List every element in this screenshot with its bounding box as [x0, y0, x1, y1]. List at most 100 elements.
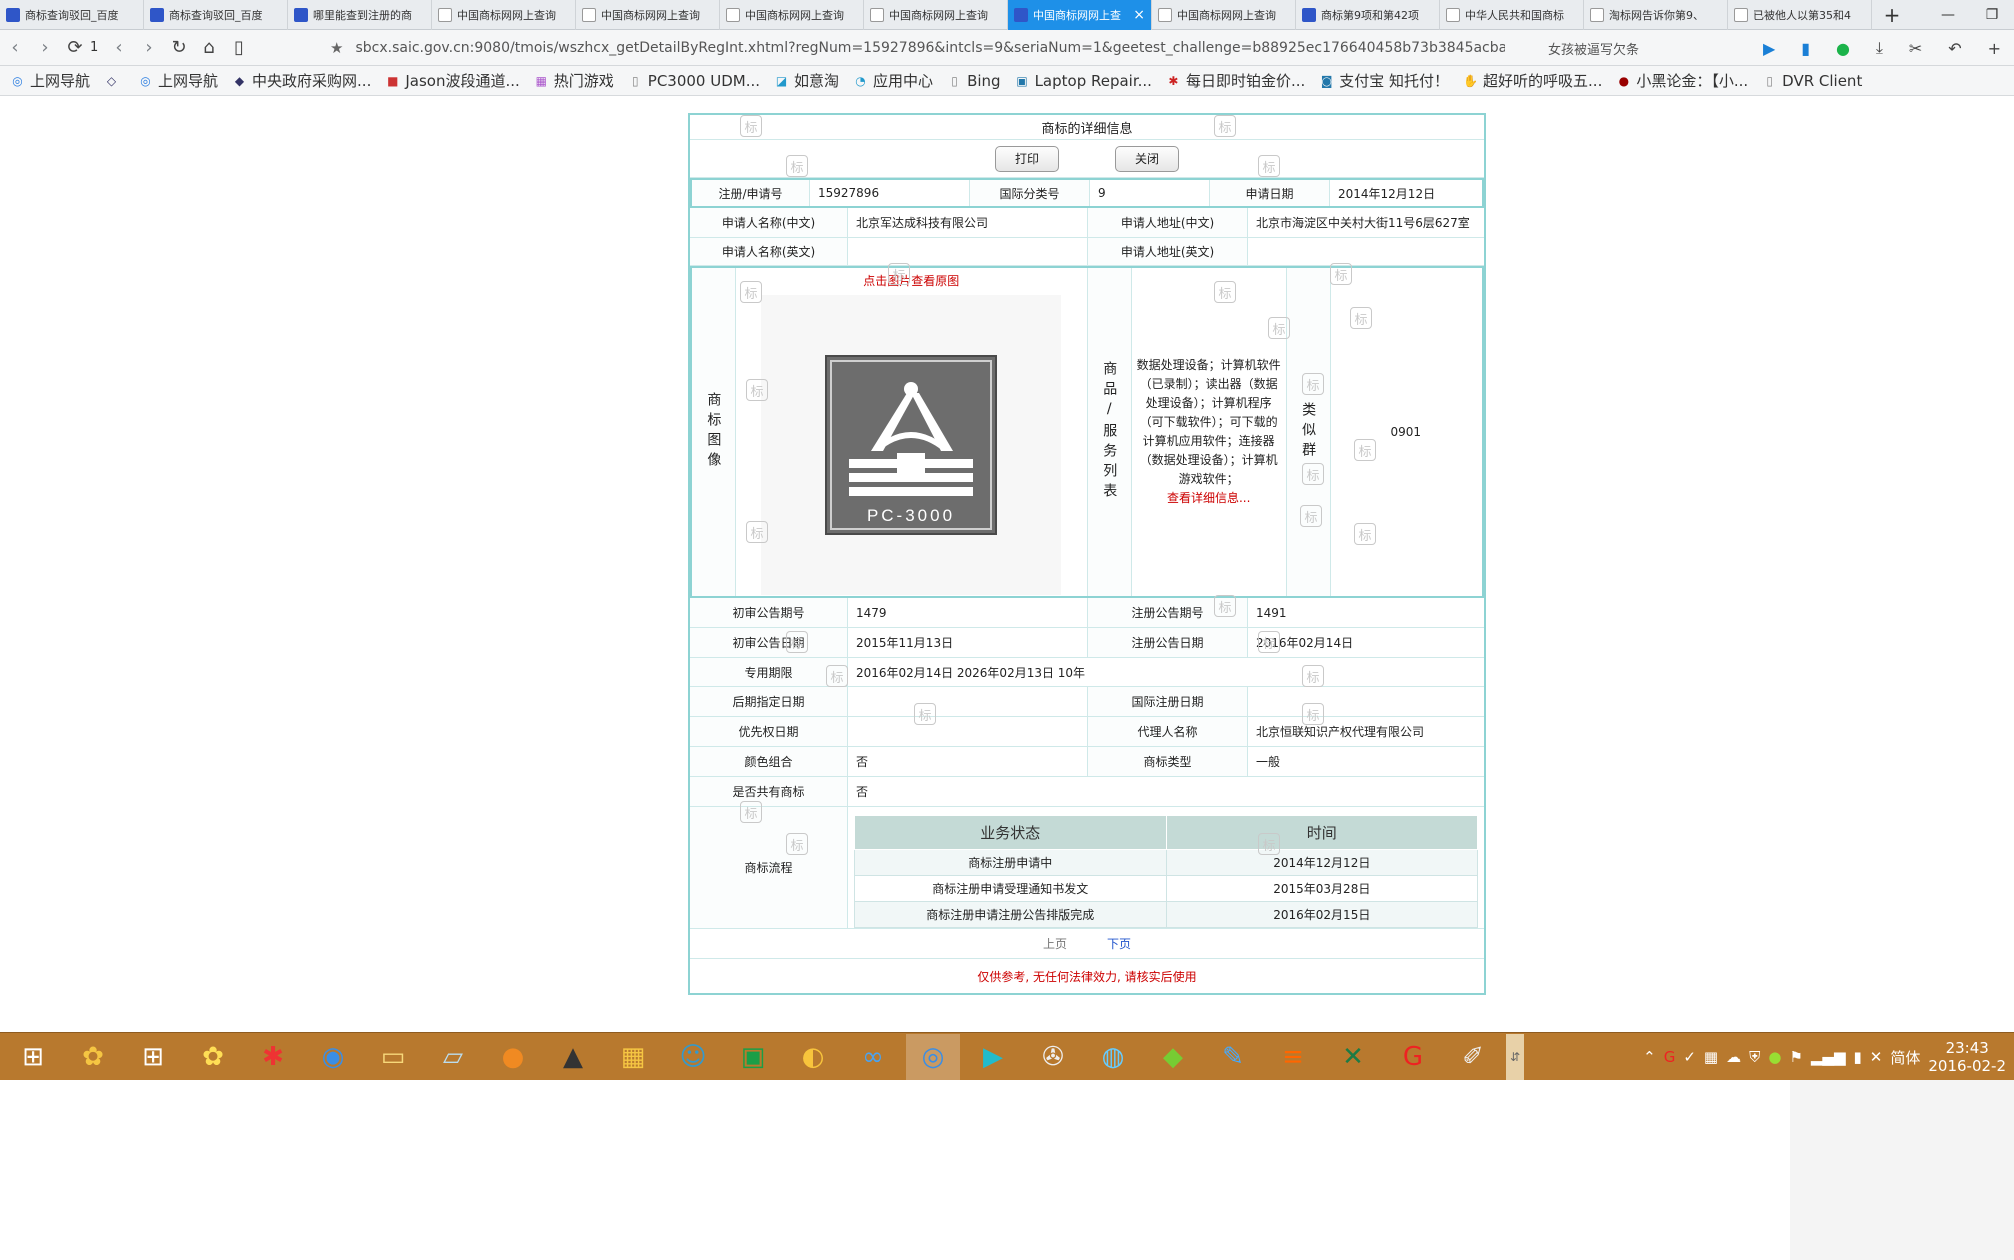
- tray-battery-icon[interactable]: ▮: [1854, 1048, 1862, 1066]
- trademark-image[interactable]: PC-3000: [761, 295, 1062, 595]
- browser-tab[interactable]: 商标查询驳回_百度: [144, 0, 288, 30]
- bookmark-item[interactable]: ◇: [104, 73, 124, 88]
- bookmark-item[interactable]: ▣ Laptop Repair...: [1015, 72, 1152, 90]
- globe-icon[interactable]: ◍: [1086, 1034, 1140, 1080]
- leaf-icon[interactable]: ◆: [1146, 1034, 1200, 1080]
- bookmark-item[interactable]: ▯ PC3000 UDM...: [628, 72, 760, 90]
- app-icon-colorful[interactable]: ✿: [66, 1034, 120, 1080]
- browser-tab[interactable]: 中国商标网网上查询: [864, 0, 1008, 30]
- bookmark-item[interactable]: ◔ 应用中心: [853, 70, 933, 91]
- reload-icon[interactable]: ⟳: [60, 33, 90, 63]
- bookmark-item[interactable]: ✋ 超好听的呼吸五...: [1463, 70, 1602, 91]
- url-field[interactable]: ★ sbcx.saic.gov.cn:9080/tmois/wszhcx_get…: [330, 33, 1510, 63]
- browser-tab[interactable]: 中华人民共和国商标: [1440, 0, 1584, 30]
- ime-indicator[interactable]: 简体: [1890, 1047, 1920, 1068]
- video-player-icon[interactable]: ▶: [966, 1034, 1020, 1080]
- excel-icon[interactable]: ✕: [1326, 1034, 1380, 1080]
- film-icon[interactable]: ✇: [1026, 1034, 1080, 1080]
- browser-tab[interactable]: 商标第9项和第42项: [1296, 0, 1440, 30]
- back-arrow-icon-2[interactable]: ‹: [104, 33, 134, 63]
- windows-icon[interactable]: ⊞: [126, 1034, 180, 1080]
- home-icon[interactable]: ⌂: [194, 33, 224, 63]
- close-tab-icon[interactable]: ×: [1133, 7, 1145, 23]
- chat-icon[interactable]: ●: [1836, 39, 1850, 58]
- bookmark-item[interactable]: ▯ Bing: [947, 72, 1000, 90]
- restore-button[interactable]: ❐: [1970, 0, 2014, 29]
- view-original-link[interactable]: 点击图片查看原图: [863, 272, 959, 289]
- tray-grid-icon[interactable]: ▦: [1704, 1048, 1718, 1066]
- forward-arrow-icon[interactable]: ›: [30, 33, 60, 63]
- network-app-icon[interactable]: ✱: [246, 1034, 300, 1080]
- pc3000-logo[interactable]: PC-3000: [825, 355, 998, 535]
- play-icon[interactable]: ▶: [1763, 39, 1775, 58]
- goods-more-link[interactable]: 查看详细信息...: [1167, 489, 1250, 508]
- close-button[interactable]: 关闭: [1115, 145, 1179, 172]
- browser-tab[interactable]: 中国商标网网上查 ×: [1008, 0, 1152, 30]
- paint-icon[interactable]: ✐: [1446, 1034, 1500, 1080]
- prev-page-link[interactable]: 上页: [1043, 935, 1067, 952]
- bookmark-item[interactable]: ▯ DVR Client: [1762, 72, 1862, 90]
- browser-ball-icon[interactable]: ●: [486, 1034, 540, 1080]
- browser-tab[interactable]: 中国商标网网上查询: [1152, 0, 1296, 30]
- browser-tab[interactable]: 淘标网告诉你第9、: [1584, 0, 1728, 30]
- scissors-icon[interactable]: ✂: [1909, 39, 1922, 58]
- url-text[interactable]: sbcx.saic.gov.cn:9080/tmois/wszhcx_getDe…: [355, 40, 1505, 56]
- browser-tab[interactable]: 中国商标网网上查询: [432, 0, 576, 30]
- moon-icon[interactable]: ◐: [786, 1034, 840, 1080]
- tray-volume-muted-icon[interactable]: ✕: [1870, 1048, 1883, 1066]
- minimize-button[interactable]: —: [1926, 0, 1970, 29]
- tray-g-icon[interactable]: G: [1664, 1048, 1676, 1066]
- tray-up-arrow-icon[interactable]: ⌃: [1643, 1048, 1656, 1066]
- tray-flag-icon[interactable]: ⚑: [1789, 1048, 1802, 1066]
- tray-check-icon[interactable]: ✓: [1683, 1048, 1696, 1066]
- browser-tab[interactable]: 已被他人以第35和4: [1728, 0, 1872, 30]
- feather-icon[interactable]: ✎: [1206, 1034, 1260, 1080]
- bookmark-item[interactable]: ■ Jason波段通道...: [385, 70, 520, 91]
- taskbar-scroll[interactable]: ⇵: [1506, 1033, 1524, 1080]
- mahjong-icon[interactable]: ▦: [606, 1034, 660, 1080]
- reader-icon[interactable]: ▯: [224, 33, 254, 63]
- download-icon[interactable]: ⤓: [1876, 38, 1883, 58]
- bookmark-item[interactable]: ▦ 热门游戏: [534, 70, 614, 91]
- qq-icon[interactable]: ◉: [306, 1034, 360, 1080]
- undo-icon[interactable]: ↶: [1948, 39, 1961, 58]
- browser-tab[interactable]: 哪里能查到注册的商: [288, 0, 432, 30]
- bookmark-item[interactable]: ◪ 如意淘: [774, 70, 839, 91]
- g-app-icon[interactable]: G: [1386, 1034, 1440, 1080]
- bookmark-item[interactable]: ◆ 中央政府采购网...: [232, 70, 371, 91]
- bookmark-item[interactable]: ✱ 每日即时铂金价...: [1166, 70, 1305, 91]
- tray-shield-icon[interactable]: ⛨: [1749, 1048, 1760, 1066]
- browser-tab[interactable]: 中国商标网网上查询: [720, 0, 864, 30]
- store-icon[interactable]: ▣: [726, 1034, 780, 1080]
- graduation-cap-icon[interactable]: ▲: [546, 1034, 600, 1080]
- tray-cloud-icon[interactable]: ☁: [1726, 1048, 1741, 1066]
- bookmark-star-icon[interactable]: ★: [330, 39, 343, 57]
- cloud-link-icon[interactable]: ∞: [846, 1034, 900, 1080]
- bookmark-item[interactable]: ◎ 上网导航: [10, 70, 90, 91]
- bookmark-item[interactable]: ◙ 支付宝 知托付！: [1319, 70, 1449, 91]
- file-explorer-icon[interactable]: ▭: [366, 1034, 420, 1080]
- search-text[interactable]: 女孩被逼写欠条: [1548, 39, 1639, 58]
- app-icon-flower[interactable]: ✿: [186, 1034, 240, 1080]
- next-page-link[interactable]: 下页: [1107, 935, 1131, 952]
- clock[interactable]: 23:43 2016-02-2: [1928, 1039, 2006, 1075]
- refresh-icon[interactable]: ↻: [164, 33, 194, 63]
- print-button[interactable]: 打印: [995, 145, 1059, 172]
- forward-arrow-icon-2[interactable]: ›: [134, 33, 164, 63]
- notebook-icon[interactable]: ▱: [426, 1034, 480, 1080]
- bookmark-item[interactable]: ● 小黑论金：【小...: [1616, 70, 1749, 91]
- new-tab-button[interactable]: +: [1872, 0, 1912, 29]
- back-arrow-icon[interactable]: ‹: [0, 33, 30, 63]
- browser-tab[interactable]: 商标查询驳回_百度: [0, 0, 144, 30]
- mobile-icon[interactable]: ▮: [1801, 39, 1810, 58]
- browser-tab[interactable]: 中国商标网网上查询: [576, 0, 720, 30]
- tray-ball-icon[interactable]: ●: [1768, 1048, 1781, 1066]
- browser-icon[interactable]: ◎: [906, 1033, 960, 1080]
- sublime-icon[interactable]: ≡: [1266, 1034, 1320, 1080]
- people-icon[interactable]: ☺: [666, 1034, 720, 1080]
- bookmark-item[interactable]: ◎ 上网导航: [138, 70, 218, 91]
- windows-start-icon[interactable]: ⊞: [6, 1034, 60, 1080]
- add-icon[interactable]: +: [1988, 39, 2001, 58]
- tray-signal-icon[interactable]: ▂▄▆: [1811, 1048, 1846, 1066]
- search-input[interactable]: 女孩被逼写欠条: [1548, 33, 1748, 63]
